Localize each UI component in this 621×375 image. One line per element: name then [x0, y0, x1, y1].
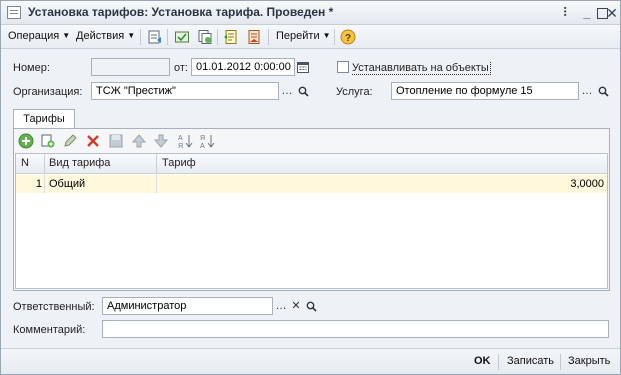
organization-label: Организация:	[13, 86, 83, 98]
svg-text:А: А	[178, 135, 183, 142]
clear-icon[interactable]: ✕	[288, 297, 304, 315]
svg-text:Я: Я	[178, 143, 183, 149]
post-icon[interactable]	[174, 29, 190, 45]
chevron-down-icon: ▼	[322, 31, 331, 40]
table-row[interactable]: 1 Общий 3,0000	[16, 175, 607, 193]
toolbar-separator	[140, 29, 141, 45]
operation-menu[interactable]: Операция ▼	[8, 30, 70, 42]
goto-menu[interactable]: Перейти ▼	[276, 30, 331, 42]
service-select-button[interactable]: …	[579, 82, 595, 100]
comment-label: Комментарий:	[13, 324, 86, 336]
column-header-n[interactable]: N	[21, 157, 29, 169]
search-icon	[298, 86, 309, 97]
write-button[interactable]: Записать	[507, 355, 554, 367]
service-field[interactable]: Отопление по формуле 15	[391, 82, 579, 100]
operation-menu-label: Операция	[8, 30, 60, 42]
row-tariff-type[interactable]: Общий	[49, 178, 85, 190]
svg-text:А: А	[200, 143, 205, 149]
date-label: от:	[174, 62, 188, 74]
toolbar-separator	[268, 29, 269, 45]
chevron-down-icon: ▼	[62, 31, 71, 40]
column-header-tariff[interactable]: Тариф	[162, 157, 196, 169]
minimize-button[interactable]: _	[579, 5, 595, 21]
table-header: N Вид тарифа Тариф	[16, 154, 607, 174]
search-icon	[306, 301, 317, 312]
move-up-icon[interactable]	[131, 133, 147, 149]
structure-of-subordination-icon[interactable]	[246, 29, 262, 45]
actions-menu-label: Действия	[76, 30, 125, 42]
organization-open-button[interactable]	[295, 82, 311, 100]
responsible-select-button[interactable]: …	[273, 297, 289, 315]
post-and-close-icon[interactable]	[147, 29, 163, 45]
title-bar: Установка тарифов: Установка тарифа. Про…	[1, 1, 620, 25]
help-icon[interactable]: ?	[340, 29, 356, 45]
date-field[interactable]: 01.01.2012 0:00:00	[191, 58, 295, 76]
number-label: Номер:	[13, 62, 50, 74]
toolbar-separator	[167, 29, 168, 45]
add-icon[interactable]	[18, 133, 34, 149]
close-icon[interactable]: ✕	[604, 5, 620, 21]
goto-menu-label: Перейти	[276, 30, 320, 42]
ok-button[interactable]: OK	[474, 355, 491, 367]
row-tariff-value[interactable]: 3,0000	[162, 178, 604, 190]
tariffs-panel: А Я Я А N Вид тарифа Тариф 1 Общий 3,000…	[13, 128, 610, 291]
document-icon	[7, 6, 21, 19]
help-window-icon[interactable]: ⠇	[559, 5, 575, 21]
search-icon	[598, 86, 609, 97]
svg-text:?: ?	[345, 33, 351, 44]
responsible-field[interactable]: Администратор	[102, 297, 273, 315]
column-header-tariff-type[interactable]: Вид тарифа	[49, 157, 110, 169]
sort-descending-icon[interactable]: Я А	[199, 133, 215, 149]
edit-icon[interactable]	[62, 133, 78, 149]
toolbar-separator	[217, 29, 218, 45]
responsible-label: Ответственный:	[13, 301, 95, 313]
copy-document-icon[interactable]	[197, 29, 213, 45]
number-field[interactable]	[91, 58, 170, 76]
calendar-icon	[297, 62, 309, 73]
tariffs-table[interactable]: N Вид тарифа Тариф 1 Общий 3,0000	[15, 153, 608, 289]
comment-field[interactable]	[102, 320, 609, 338]
organization-select-button[interactable]: …	[279, 82, 295, 100]
sort-ascending-icon[interactable]: А Я	[177, 133, 193, 149]
document-window: Установка тарифов: Установка тарифа. Про…	[0, 0, 621, 375]
copy-row-icon[interactable]	[40, 133, 56, 149]
tab-tariffs[interactable]: Тарифы	[13, 109, 75, 129]
move-down-icon[interactable]	[153, 133, 169, 149]
footer-bar: OK Записать Закрыть	[1, 348, 620, 374]
svg-text:Я: Я	[200, 135, 205, 142]
toolbar-separator	[334, 29, 335, 45]
window-title: Установка тарифов: Установка тарифа. Про…	[28, 5, 334, 19]
end-edit-icon[interactable]	[108, 133, 124, 149]
actions-menu[interactable]: Действия ▼	[76, 30, 135, 42]
set-on-objects-checkbox[interactable]	[337, 61, 349, 73]
row-number: 1	[35, 178, 42, 190]
set-on-objects-label[interactable]: Устанавливать на объекты	[352, 62, 491, 75]
delete-icon[interactable]	[85, 133, 101, 149]
service-label: Услуга:	[336, 86, 373, 98]
document-movements-icon[interactable]	[223, 29, 239, 45]
service-open-button[interactable]	[595, 82, 611, 100]
organization-field[interactable]: ТСЖ "Престиж"	[91, 82, 279, 100]
close-button[interactable]: Закрыть	[568, 355, 610, 367]
responsible-open-button[interactable]	[303, 297, 319, 315]
calendar-button[interactable]	[295, 58, 311, 76]
chevron-down-icon: ▼	[127, 31, 136, 40]
toolbar: Операция ▼ Действия ▼ Перейти ▼ ?	[1, 25, 620, 49]
